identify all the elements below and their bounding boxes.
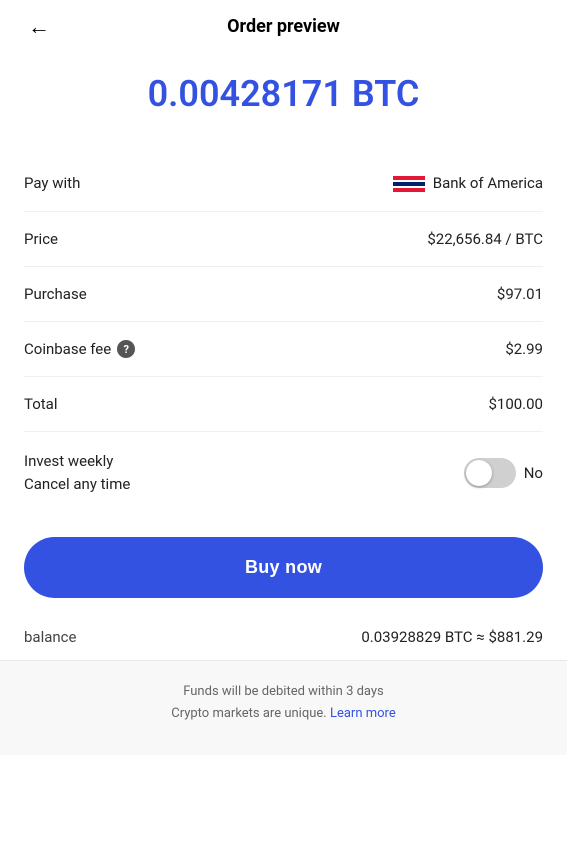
invest-weekly-toggle[interactable] bbox=[464, 458, 516, 488]
pay-with-value: Bank of America bbox=[393, 173, 543, 193]
total-row: Total $100.00 bbox=[24, 377, 543, 432]
bank-of-america-icon bbox=[393, 173, 425, 193]
total-label: Total bbox=[24, 395, 58, 413]
btc-amount: 0.00428171 BTC bbox=[0, 53, 567, 155]
learn-more-link[interactable]: Learn more bbox=[330, 706, 396, 721]
toggle-track bbox=[464, 458, 516, 488]
purchase-label: Purchase bbox=[24, 285, 87, 303]
purchase-value: $97.01 bbox=[497, 285, 543, 303]
back-button[interactable]: ← bbox=[20, 10, 58, 44]
invest-weekly-value: No bbox=[464, 458, 543, 488]
purchase-row: Purchase $97.01 bbox=[24, 267, 543, 322]
fee-value: $2.99 bbox=[505, 340, 543, 358]
bank-name: Bank of America bbox=[433, 174, 543, 192]
footer: Funds will be debited within 3 days Cryp… bbox=[0, 661, 567, 755]
balance-value: 0.03928829 BTC ≈ $881.29 bbox=[361, 628, 543, 646]
total-value: $100.00 bbox=[488, 395, 543, 413]
buy-now-button[interactable]: Buy now bbox=[24, 537, 543, 598]
price-value: $22,656.84 / BTC bbox=[427, 230, 543, 248]
toggle-state-label: No bbox=[524, 464, 543, 482]
fee-label: Coinbase fee ? bbox=[24, 340, 135, 358]
page-title: Order preview bbox=[227, 16, 340, 37]
invest-weekly-label: Invest weekly Cancel any time bbox=[24, 450, 130, 495]
header: ← Order preview bbox=[0, 0, 567, 53]
fee-help-icon[interactable]: ? bbox=[117, 340, 135, 358]
footer-text: Funds will be debited within 3 days Cryp… bbox=[24, 681, 543, 725]
price-label: Price bbox=[24, 230, 58, 248]
price-row: Price $22,656.84 / BTC bbox=[24, 212, 543, 267]
pay-with-row: Pay with Bank of America bbox=[24, 155, 543, 212]
fee-row: Coinbase fee ? $2.99 bbox=[24, 322, 543, 377]
invest-weekly-row: Invest weekly Cancel any time No bbox=[24, 432, 543, 513]
buy-button-container: Buy now bbox=[0, 513, 567, 614]
pay-with-label: Pay with bbox=[24, 174, 80, 192]
toggle-thumb bbox=[466, 460, 492, 486]
balance-label: balance bbox=[24, 628, 76, 646]
balance-row: balance 0.03928829 BTC ≈ $881.29 bbox=[0, 614, 567, 660]
details-section: Pay with Bank of America Price $22,656.8… bbox=[0, 155, 567, 513]
